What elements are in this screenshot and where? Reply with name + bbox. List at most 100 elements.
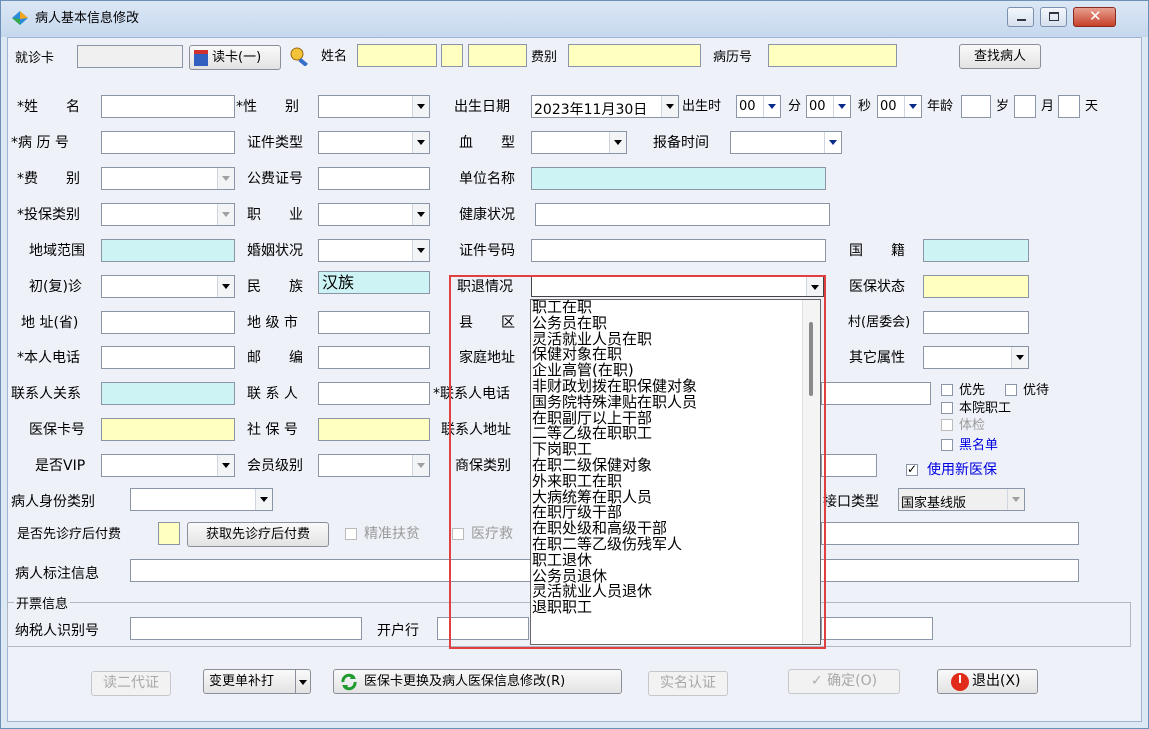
birth-date-picker[interactable]: 2023年11月30日: [531, 95, 679, 118]
sex-select[interactable]: [318, 95, 430, 118]
insure-type-label: *投保类别: [17, 207, 80, 223]
person-search-icon[interactable]: [289, 46, 311, 67]
real-name-button[interactable]: 实名认证: [648, 671, 728, 696]
dropdown-scrollbar[interactable]: [802, 300, 820, 644]
vip-select[interactable]: [101, 454, 235, 477]
title-bar: 病人基本信息修改 ✕: [1, 1, 1148, 37]
contact-input[interactable]: [318, 382, 430, 405]
social-no-input[interactable]: [318, 418, 430, 441]
blacklist-checkbox[interactable]: [941, 439, 953, 451]
postcode-input[interactable]: [318, 346, 430, 369]
pay-after-input[interactable]: [158, 522, 180, 545]
read-id-card-button[interactable]: 读二代证: [91, 671, 171, 696]
blood-type-select[interactable]: [531, 131, 627, 154]
interface-type-select[interactable]: 国家基线版: [898, 488, 1025, 511]
priority-checkbox[interactable]: [941, 384, 953, 396]
medical-aid-checkbox[interactable]: [452, 528, 464, 540]
staff-checkbox[interactable]: [941, 402, 953, 414]
contact-rel-input[interactable]: [101, 382, 235, 405]
region-input[interactable]: [101, 239, 235, 262]
other-attr-select[interactable]: [923, 346, 1029, 369]
minimize-button[interactable]: [1007, 7, 1034, 27]
refresh-icon: [340, 673, 358, 691]
top-name-input-1[interactable]: [357, 44, 437, 67]
physical-checkbox[interactable]: [941, 419, 953, 431]
card-label: 就诊卡: [15, 51, 55, 66]
record-no-input[interactable]: [101, 131, 235, 154]
dropdown-option[interactable]: 退职职工: [532, 599, 802, 616]
change-print-label: 变更单补打: [209, 674, 275, 689]
bank-account-input[interactable]: [821, 617, 933, 640]
hour-select[interactable]: 00: [736, 95, 781, 118]
insurance-status-input[interactable]: [923, 275, 1029, 298]
id-no-input[interactable]: [531, 239, 826, 262]
name-input[interactable]: [101, 95, 235, 118]
first-visit-select[interactable]: [101, 275, 235, 298]
bank-label: 开户行: [377, 623, 419, 639]
card-input[interactable]: [77, 45, 183, 68]
change-print-button[interactable]: 变更单补打: [203, 669, 311, 694]
taxpayer-id-input[interactable]: [130, 617, 362, 640]
exit-button[interactable]: 退出(X): [937, 669, 1038, 694]
nationality-input[interactable]: [923, 239, 1029, 262]
new-insurance-checkbox[interactable]: [906, 462, 918, 476]
health-input[interactable]: [535, 203, 830, 226]
occupation-select[interactable]: [318, 203, 430, 226]
scrollbar-thumb[interactable]: [809, 322, 813, 396]
app-icon: [11, 10, 29, 26]
contact-phone-label: *联系人电话: [433, 386, 510, 402]
top-name-input-3[interactable]: [468, 44, 527, 67]
top-fee-input[interactable]: [568, 44, 701, 67]
read-card-button[interactable]: 读卡(一): [189, 45, 281, 70]
maximize-button[interactable]: [1040, 7, 1067, 27]
retire-status-dropdown[interactable]: 职工在职 公务员在职 灵活就业人员在职 保健对象在职 企业高管(在职) 非财政划拨在职保健…: [530, 299, 821, 645]
phone-input[interactable]: [101, 346, 235, 369]
id-type-select[interactable]: [318, 131, 430, 154]
public-fee-label: 公费证号: [247, 171, 303, 187]
card-change-button[interactable]: 医保卡更换及病人医保信息修改(R): [333, 669, 622, 694]
report-time-select[interactable]: [730, 131, 842, 154]
addr-city-input[interactable]: [318, 311, 430, 334]
identity-type-select[interactable]: [130, 488, 273, 511]
confirm-button[interactable]: ✓ 确定(O): [788, 669, 900, 694]
fee-type-select[interactable]: [101, 167, 235, 190]
phone-label: *本人电话: [17, 350, 80, 366]
top-record-input[interactable]: [768, 44, 897, 67]
age-day-input[interactable]: [1058, 95, 1080, 118]
age-month-input[interactable]: [1014, 95, 1036, 118]
second-select[interactable]: 00: [877, 95, 922, 118]
get-pay-after-button[interactable]: 获取先诊疗后付费: [187, 522, 329, 547]
contact-phone-input[interactable]: [821, 382, 931, 405]
age-year-input[interactable]: [961, 95, 991, 118]
dropdown-list: 职工在职 公务员在职 灵活就业人员在职 保健对象在职 企业高管(在职) 非财政划拨在职保健…: [532, 300, 802, 616]
bank-input[interactable]: [437, 617, 529, 640]
close-button[interactable]: ✕: [1073, 7, 1116, 27]
village-input[interactable]: [923, 311, 1029, 334]
retire-status-select[interactable]: [531, 276, 824, 297]
minimize-icon: [1017, 19, 1026, 21]
report-time-label: 报备时间: [653, 135, 709, 151]
retire-status-label: 职退情况: [457, 279, 513, 295]
chevron-down-glyph: [299, 680, 307, 685]
marital-select[interactable]: [318, 239, 430, 262]
ethnicity-input[interactable]: 汉族: [318, 271, 430, 294]
top-name-input-2[interactable]: [441, 44, 463, 67]
blacklist-label: 黑名单: [959, 438, 999, 453]
addr-province-input[interactable]: [101, 311, 235, 334]
work-unit-input[interactable]: [531, 167, 826, 190]
pay-after-extra-input[interactable]: [821, 522, 1079, 545]
preferential-checkbox[interactable]: [1005, 384, 1017, 396]
insure-type-select[interactable]: [101, 203, 235, 226]
staff-label: 本院职工: [959, 401, 1012, 416]
commercial-type-input[interactable]: [821, 454, 877, 477]
poverty-checkbox[interactable]: [345, 528, 357, 540]
search-patient-button[interactable]: 查找病人: [959, 44, 1041, 69]
public-fee-input[interactable]: [318, 167, 430, 190]
card-reader-icon: [194, 50, 208, 66]
new-insurance-label: 使用新医保: [927, 462, 997, 478]
member-level-select[interactable]: [318, 454, 430, 477]
insurance-card-input[interactable]: [101, 418, 235, 441]
home-addr-label: 家庭地址: [459, 350, 515, 366]
minute-select[interactable]: 00: [806, 95, 851, 118]
region-label: 地域范围: [29, 243, 85, 259]
